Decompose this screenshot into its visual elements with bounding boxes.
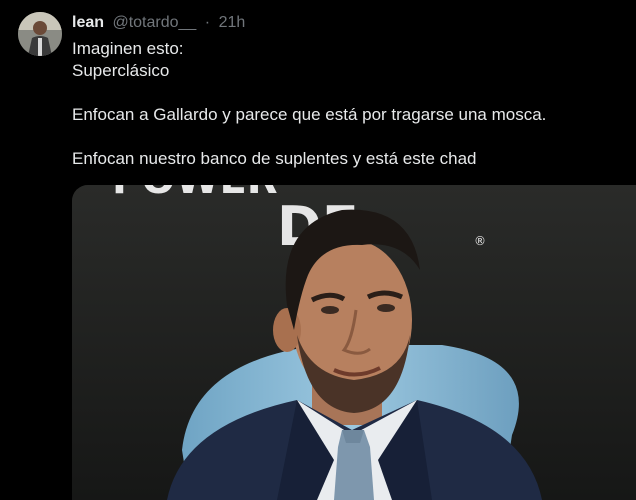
- user-handle[interactable]: @totardo__: [112, 14, 196, 31]
- display-name[interactable]: lean: [72, 14, 104, 31]
- tweet-header: lean @totardo__ · 21h: [72, 12, 245, 34]
- tweet-media-photo[interactable]: POWER DE ®: [72, 185, 636, 500]
- tweet-line: Imaginen esto:: [72, 39, 184, 58]
- separator-dot: ·: [204, 14, 211, 31]
- avatar[interactable]: [18, 12, 62, 56]
- avatar-image: [18, 12, 62, 56]
- photo-illustration: POWER DE ®: [72, 185, 636, 500]
- sign-text: POWER: [112, 185, 278, 203]
- tweet-line: Superclásico: [72, 61, 170, 80]
- tweet-line: Enfocan a Gallardo y parece que está por…: [72, 105, 547, 124]
- tweet[interactable]: lean @totardo__ · 21h Imaginen esto: Sup…: [0, 0, 636, 500]
- timestamp[interactable]: 21h: [219, 14, 246, 31]
- tweet-text: Imaginen esto: Superclásico Enfocan a Ga…: [72, 38, 612, 170]
- tweet-line: Enfocan nuestro banco de suplentes y est…: [72, 149, 477, 168]
- registered-mark: ®: [474, 234, 486, 248]
